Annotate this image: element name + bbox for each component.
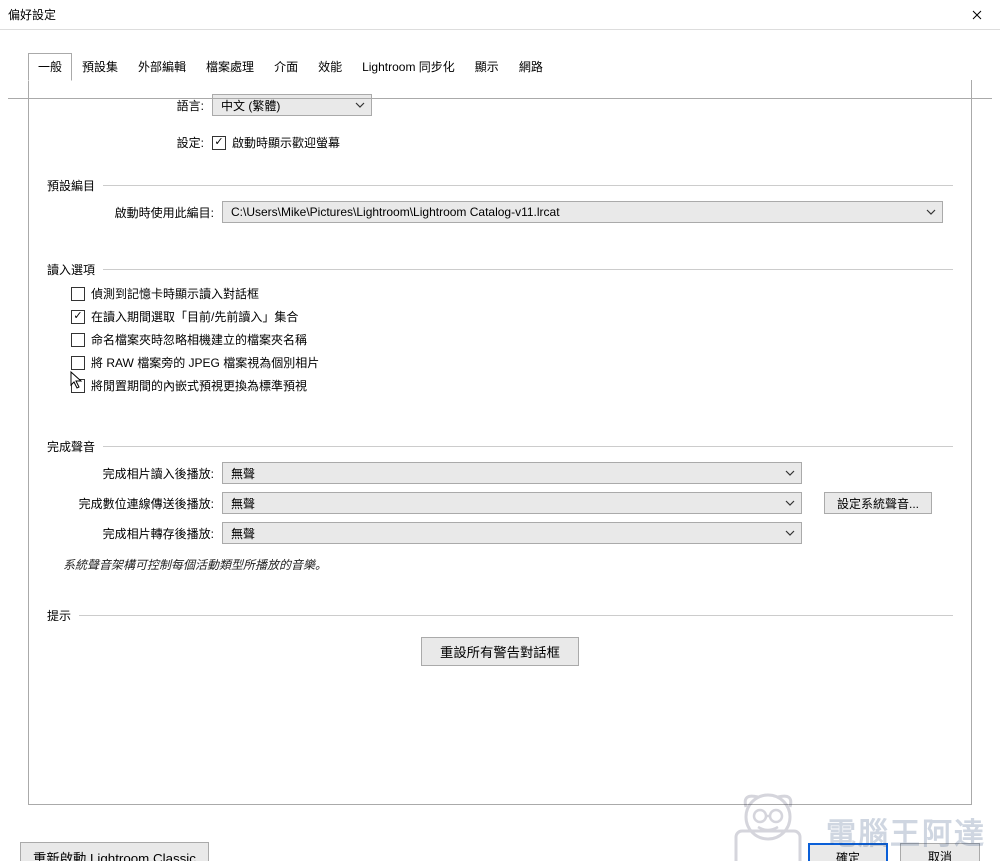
group-sounds: 完成聲音 完成相片讀入後播放: 無聲 完成數位連線傳送後播放: 無聲 設定系統聲… [47,438,953,585]
tab-file-handling[interactable]: 檔案處理 [196,53,264,81]
catalog-select[interactable]: C:\Users\Mike\Pictures\Lightroom\Lightro… [222,201,943,223]
tab-general[interactable]: 一般 [28,53,72,81]
import-label-4: 將 RAW 檔案旁的 JPEG 檔案視為個別相片 [91,354,319,371]
dialog-footer: 重新啟動 Lightroom Classic 確定 取消 [20,842,980,861]
catalog-label: 啟動時使用此編目: [57,204,222,221]
sound-row-2: 完成數位連線傳送後播放: 無聲 設定系統聲音... [57,492,943,514]
import-checkbox-block: 偵測到記憶卡時顯示讀入對話框 在讀入期間選取「目前/先前讀入」集合 命名檔案夾時… [57,285,943,394]
group-hints: 提示 重設所有警告對話框 [47,607,953,678]
import-label-2: 在讀入期間選取「目前/先前讀入」集合 [91,308,298,325]
group-title-sounds: 完成聲音 [47,438,103,455]
catalog-row: 啟動時使用此編目: C:\Users\Mike\Pictures\Lightro… [57,201,943,223]
tab-network[interactable]: 網路 [509,53,553,81]
group-line [47,185,953,186]
sound-value-1: 無聲 [231,465,255,482]
dialog-body: 一般 預設集 外部編輯 檔案處理 介面 效能 Lightroom 同步化 顯示 … [0,52,1000,861]
group-title-hints: 提示 [47,607,79,624]
tab-performance[interactable]: 效能 [308,53,352,81]
show-splash-label: 啟動時顯示歡迎螢幕 [232,134,340,151]
tab-strip: 一般 預設集 外部編輯 檔案處理 介面 效能 Lightroom 同步化 顯示 … [28,52,980,80]
close-icon [972,10,982,20]
show-splash-checkbox[interactable] [212,136,226,150]
import-row-1: 偵測到記憶卡時顯示讀入對話框 [71,285,943,302]
catalog-path: C:\Users\Mike\Pictures\Lightroom\Lightro… [231,205,560,219]
settings-label: 設定: [47,134,212,151]
language-value: 中文 (繁體) [221,97,280,114]
language-label: 語言: [47,97,212,114]
settings-row: 設定: 啟動時顯示歡迎螢幕 [47,134,953,151]
sound-row-1: 完成相片讀入後播放: 無聲 [57,462,943,484]
tab-presets[interactable]: 預設集 [72,53,128,81]
group-line [47,615,953,616]
import-cb-2[interactable] [71,310,85,324]
import-cb-4[interactable] [71,356,85,370]
sound-select-2[interactable]: 無聲 [222,492,802,514]
system-sound-label: 設定系統聲音... [837,495,919,512]
import-cb-1[interactable] [71,287,85,301]
chevron-down-icon [785,468,795,478]
reset-warnings-button[interactable]: 重設所有警告對話框 [421,637,579,666]
close-button[interactable] [954,0,1000,30]
tab-interface[interactable]: 介面 [264,53,308,81]
tab-display[interactable]: 顯示 [465,53,509,81]
import-cb-3[interactable] [71,333,85,347]
sound-label-1: 完成相片讀入後播放: [57,465,222,482]
system-sound-button[interactable]: 設定系統聲音... [824,492,932,514]
chevron-down-icon [785,498,795,508]
chevron-down-icon [785,528,795,538]
import-row-5: 將閒置期間的內嵌式預視更換為標準預視 [71,377,943,394]
footer-right: 確定 取消 [808,843,980,861]
group-line [47,269,953,270]
sound-select-1[interactable]: 無聲 [222,462,802,484]
import-cb-5[interactable] [71,379,85,393]
cancel-button[interactable]: 取消 [900,843,980,861]
chevron-down-icon [926,207,936,217]
sound-value-2: 無聲 [231,495,255,512]
relaunch-button[interactable]: 重新啟動 Lightroom Classic [20,842,209,861]
tab-lightroom-sync[interactable]: Lightroom 同步化 [352,53,465,81]
tab-border [8,98,992,99]
sound-note: 系統聲音架構可控制每個活動類型所播放的音樂。 [63,556,943,573]
group-line [47,446,953,447]
chevron-down-icon [355,100,365,110]
import-label-5: 將閒置期間的內嵌式預視更換為標準預視 [91,377,307,394]
import-label-1: 偵測到記憶卡時顯示讀入對話框 [91,285,259,302]
tab-panel-general: 語言: 中文 (繁體) 設定: 啟動時顯示歡迎螢幕 預設編目 啟動時使用此編目:… [28,80,972,805]
group-import-options: 讀入選項 偵測到記憶卡時顯示讀入對話框 在讀入期間選取「目前/先前讀入」集合 命… [47,261,953,412]
group-title-import: 讀入選項 [47,261,103,278]
group-title-catalog: 預設編目 [47,177,103,194]
sound-row-3: 完成相片轉存後播放: 無聲 [57,522,943,544]
import-row-3: 命名檔案夾時忽略相機建立的檔案夾名稱 [71,331,943,348]
group-default-catalog: 預設編目 啟動時使用此編目: C:\Users\Mike\Pictures\Li… [47,177,953,235]
sound-select-3[interactable]: 無聲 [222,522,802,544]
import-label-3: 命名檔案夾時忽略相機建立的檔案夾名稱 [91,331,307,348]
title-bar: 偏好設定 [0,0,1000,30]
sound-label-2: 完成數位連線傳送後播放: [57,495,222,512]
window-title: 偏好設定 [8,6,56,23]
sound-label-3: 完成相片轉存後播放: [57,525,222,542]
import-row-2: 在讀入期間選取「目前/先前讀入」集合 [71,308,943,325]
import-row-4: 將 RAW 檔案旁的 JPEG 檔案視為個別相片 [71,354,943,371]
tab-external-edit[interactable]: 外部編輯 [128,53,196,81]
ok-button[interactable]: 確定 [808,843,888,861]
sound-value-3: 無聲 [231,525,255,542]
